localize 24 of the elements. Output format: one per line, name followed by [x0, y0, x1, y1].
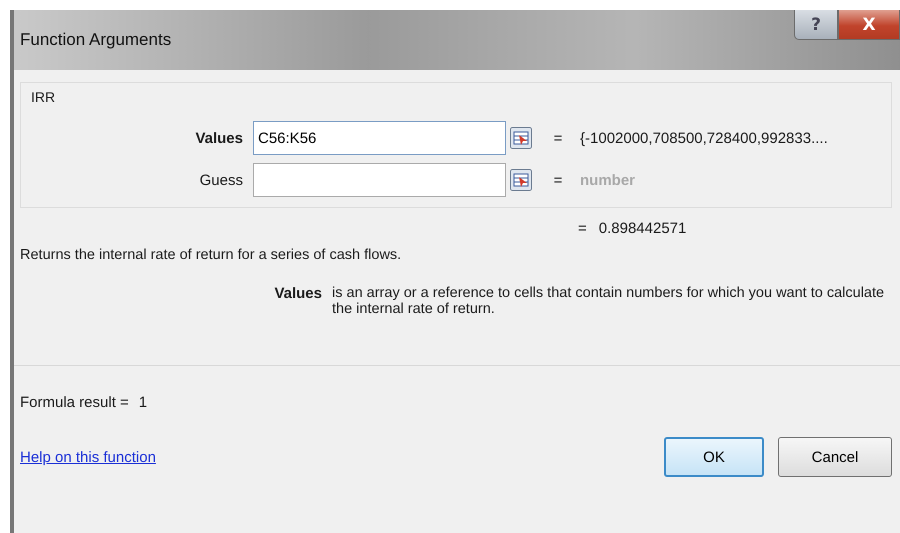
argument-description: is an array or a reference to cells that contain numbers for which you want to calculate the internal rate of return. — [332, 285, 886, 317]
ok-button[interactable]: OK — [664, 437, 764, 477]
formula-result-label: Formula result = — [20, 394, 129, 411]
argument-input-field[interactable] — [253, 163, 506, 197]
range-picker-icon[interactable] — [510, 127, 532, 149]
argument-result: {-1002000,708500,728400,992833.... — [580, 130, 829, 146]
function-description: Returns the internal rate of return for a series of cash flows. — [20, 247, 402, 263]
group-title: IRR — [31, 89, 56, 105]
window-title: Function Arguments — [20, 30, 172, 50]
close-button[interactable]: X — [838, 10, 900, 40]
formula-result-value: 1 — [138, 394, 148, 411]
help-button[interactable]: ? — [794, 10, 838, 40]
argument-label: Values — [194, 130, 244, 146]
argument-input-field[interactable]: C56:K56 — [253, 121, 506, 155]
help-link[interactable]: Help on this function — [20, 448, 650, 466]
equals-sign: = — [552, 130, 564, 146]
function-result: 0.898442571 — [598, 220, 686, 237]
range-picker-icon[interactable] — [510, 169, 532, 191]
argument-result: number — [580, 172, 636, 188]
equals-sign: = — [578, 220, 587, 237]
argument-name: Values — [273, 285, 322, 304]
equals-sign: = — [552, 172, 564, 188]
argument-label: Guess — [198, 172, 244, 188]
cancel-button[interactable]: Cancel — [778, 437, 892, 477]
